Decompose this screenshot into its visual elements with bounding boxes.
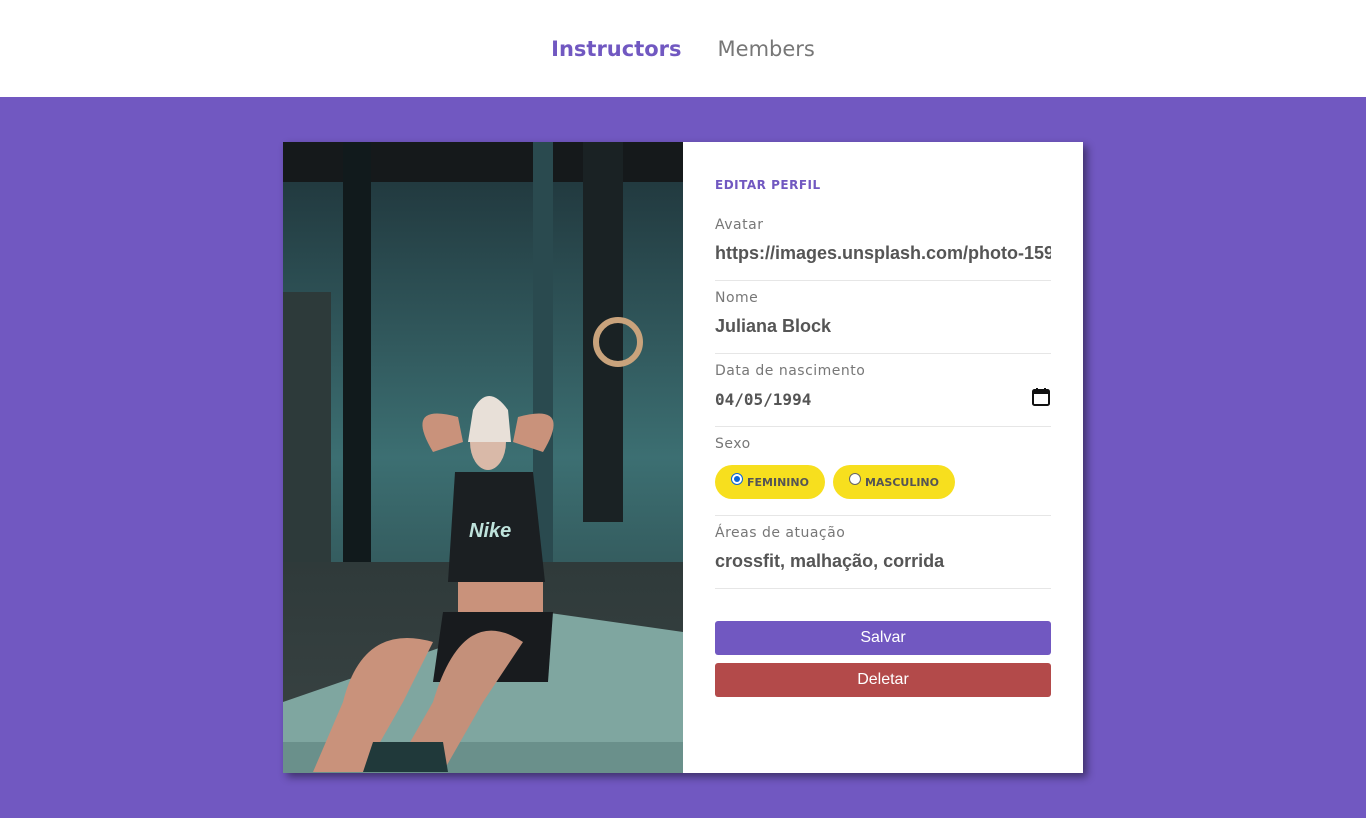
avatar-url-input[interactable] xyxy=(715,240,1051,266)
birth-label: Data de nascimento xyxy=(715,363,866,379)
gender-label: Sexo xyxy=(715,436,751,452)
gender-option-masculino[interactable]: Masculino xyxy=(832,465,955,499)
calendar-icon[interactable] xyxy=(1031,387,1051,411)
gender-field-group: Sexo Feminino Masculino xyxy=(715,427,1051,516)
avatar-photo: Nike xyxy=(283,142,683,773)
name-field-group: Nome xyxy=(715,281,1051,354)
name-input[interactable] xyxy=(715,313,1051,339)
form-title: Editar perfil xyxy=(715,178,821,192)
nav-link-members[interactable]: Members xyxy=(718,37,815,61)
birth-field-group: Data de nascimento 04/05/1994 xyxy=(715,354,1051,427)
avatar-label: Avatar xyxy=(715,217,764,233)
name-label: Nome xyxy=(715,290,759,306)
services-input[interactable] xyxy=(715,548,1051,574)
radio-checked-icon[interactable] xyxy=(731,473,743,485)
edit-profile-card: Nike Editar perfil Avatar Nome Data de n… xyxy=(283,142,1083,773)
avatar-field-group: Avatar xyxy=(715,208,1051,281)
top-header: Instructors Members xyxy=(0,0,1366,97)
gender-radio-group: Feminino Masculino xyxy=(715,465,1051,499)
nav-link-instructors[interactable]: Instructors xyxy=(551,37,681,61)
main-nav: Instructors Members xyxy=(551,37,815,61)
radio-unchecked-icon[interactable] xyxy=(848,473,861,485)
svg-text:Nike: Nike xyxy=(469,520,511,542)
gender-option-feminino[interactable]: Feminino xyxy=(715,465,825,499)
gender-option-label: Feminino xyxy=(747,475,809,489)
athlete-photo-illustration: Nike xyxy=(283,142,683,773)
birth-date-value: 04/05/1994 xyxy=(715,389,812,409)
gender-option-label: Masculino xyxy=(864,475,939,489)
services-label: Áreas de atuação xyxy=(715,525,846,541)
save-button[interactable]: Salvar xyxy=(715,621,1051,655)
delete-button[interactable]: Deletar xyxy=(715,663,1051,697)
profile-form: Editar perfil Avatar Nome Data de nascim… xyxy=(683,142,1083,773)
services-field-group: Áreas de atuação xyxy=(715,516,1051,589)
birth-date-input[interactable]: 04/05/1994 xyxy=(715,386,1051,412)
